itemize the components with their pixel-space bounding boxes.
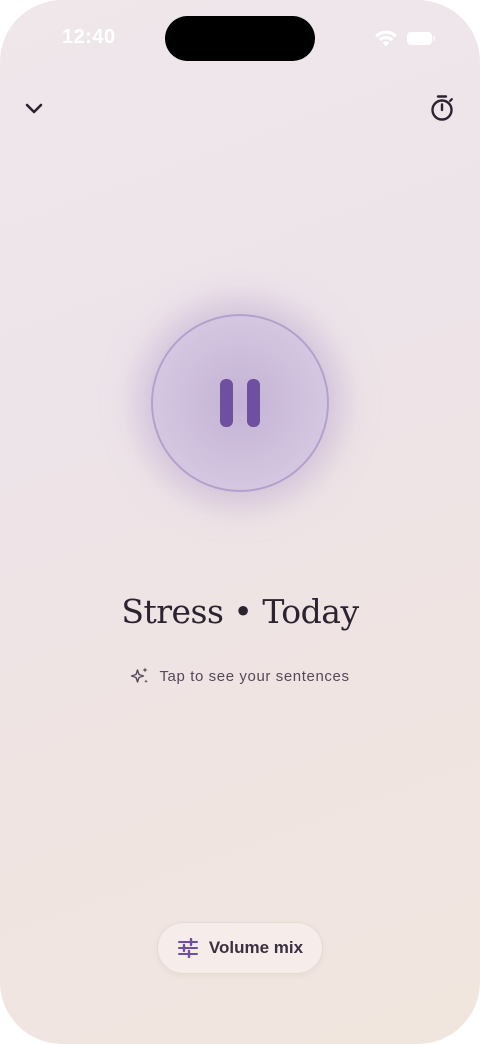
pause-icon [213, 379, 267, 427]
see-sentences-link[interactable]: Tap to see your sentences [0, 666, 480, 686]
status-time: 12:40 [62, 26, 116, 48]
dynamic-island [165, 16, 315, 61]
collapse-button[interactable] [18, 92, 50, 124]
volume-mix-button[interactable]: Volume mix [157, 922, 323, 974]
sparkles-icon [131, 667, 149, 684]
timer-icon [431, 95, 453, 121]
pause-bar-left [220, 379, 233, 427]
battery-icon [407, 32, 435, 45]
sliders-icon [177, 938, 198, 958]
sleep-timer-button[interactable] [426, 92, 458, 124]
pause-bar-right [247, 379, 260, 427]
pause-button[interactable] [151, 314, 329, 492]
wifi-icon [375, 30, 397, 47]
status-bar: 12:40 [0, 0, 480, 80]
hint-text: Tap to see your sentences [159, 667, 350, 685]
chevron-down-icon [25, 103, 43, 114]
player-screen: 12:40 Stress • Today Tap to see your sen… [0, 0, 480, 1044]
volume-mix-label: Volume mix [208, 938, 304, 957]
session-title: Stress • Today [121, 592, 359, 631]
